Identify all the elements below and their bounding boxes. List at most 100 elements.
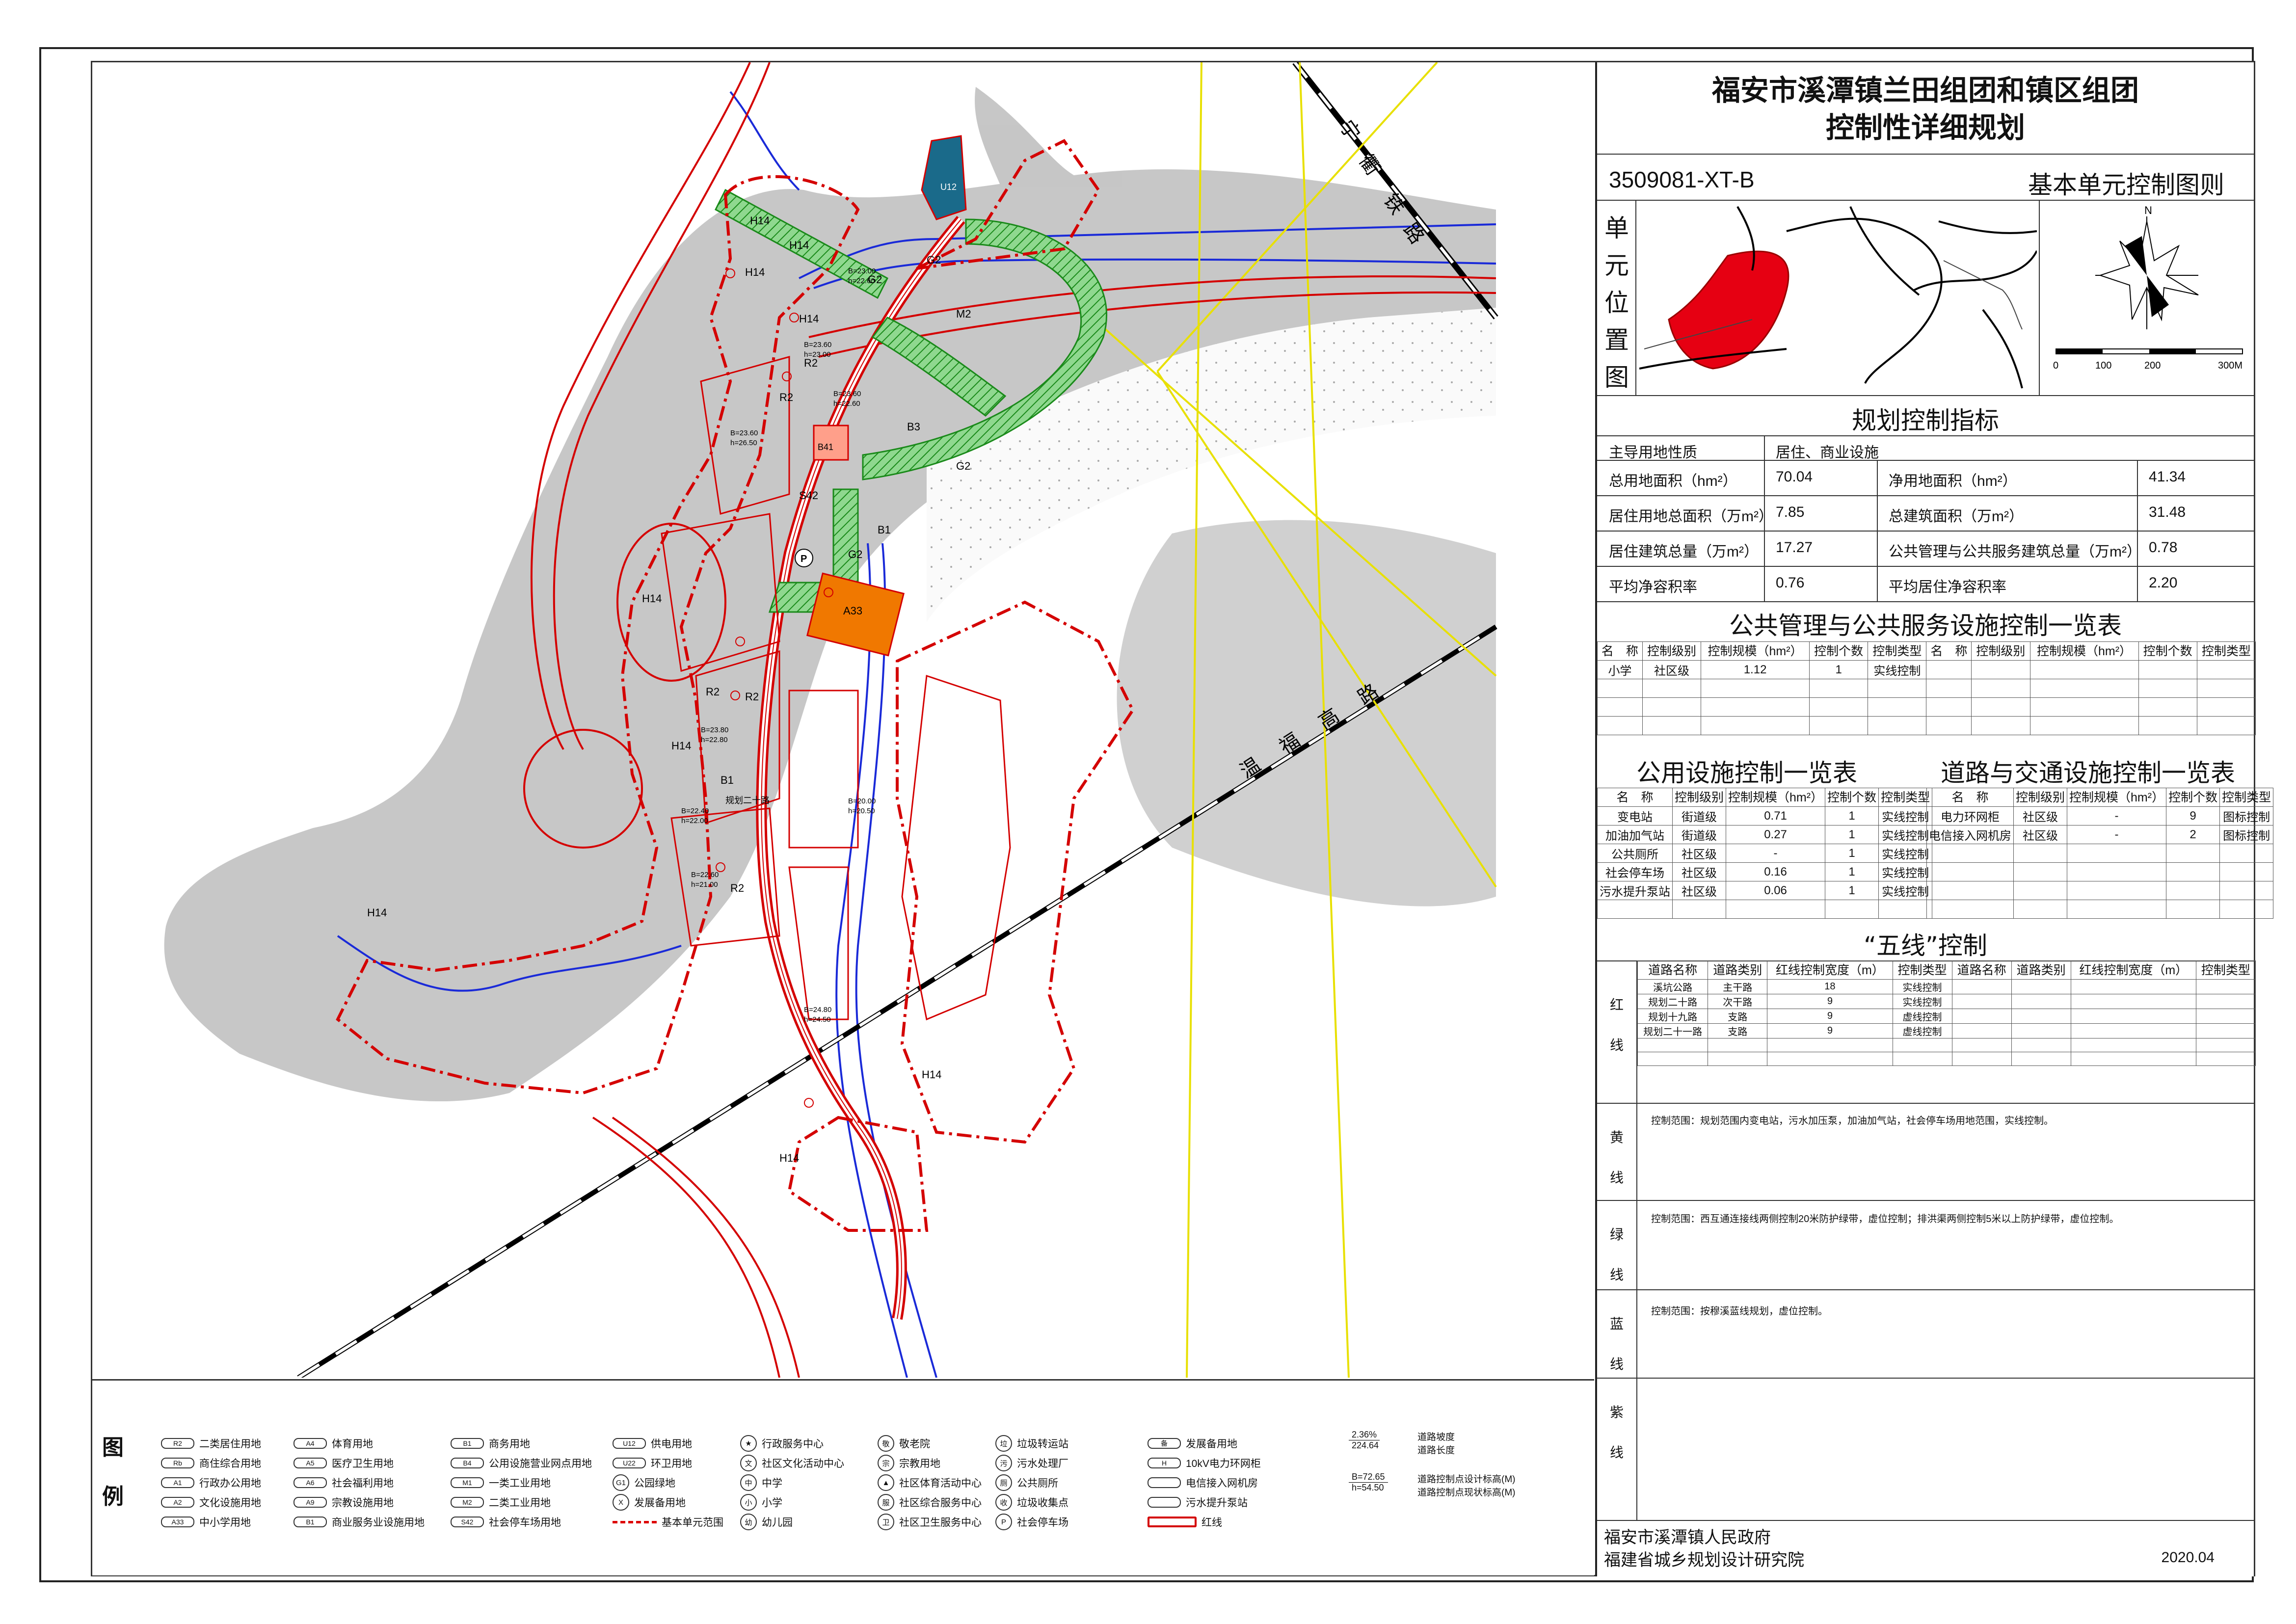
- legend-item: 卫社区卫生服务中心: [878, 1513, 982, 1531]
- table-cell-empty: [2011, 1038, 2071, 1052]
- legend-icon: 服: [878, 1494, 894, 1511]
- planning-map[interactable]: A33 U12 B41 H14 H14 H14 H14 H14 R2 R2 R2…: [92, 62, 1594, 1378]
- legend-label: 小学: [762, 1497, 782, 1509]
- legend-code: B4: [451, 1458, 484, 1468]
- table-cell-empty: [2067, 900, 2167, 919]
- table-cell-empty: [2166, 881, 2220, 900]
- legend-icon: 污: [995, 1455, 1012, 1471]
- svg-text:H14: H14: [642, 592, 662, 605]
- indicator-v1: 17.27: [1776, 539, 1813, 556]
- five-line-label-char: 红: [1609, 997, 1624, 1012]
- table-header-cell: 控制级别: [2013, 788, 2068, 807]
- legend-item: ▲ 社区体育活动中心: [878, 1474, 982, 1491]
- table-cell: [1951, 1023, 2012, 1038]
- table-cell: 1: [1825, 862, 1879, 881]
- title-panel: 福安市溪潭镇兰田组团和镇区组团 控制性详细规划 3509081-XT-B 基本单…: [1595, 62, 2274, 1576]
- table-cell: 社区级: [1672, 844, 1727, 863]
- divider: [1597, 601, 2254, 602]
- table-cell: 规划二十一路: [1637, 1023, 1709, 1038]
- svg-text:M2: M2: [956, 308, 971, 320]
- indicator-v2: 31.48: [2149, 504, 2186, 520]
- table-cell-empty: [1642, 716, 1702, 735]
- table-cell-empty: [1597, 697, 1643, 717]
- table-row: 变电站 街道级 0.71 1 实线控制: [1597, 806, 1933, 825]
- table-cell: -: [2067, 825, 2167, 844]
- legend-label: 幼儿园: [762, 1517, 793, 1528]
- table-cell-empty: [2070, 1052, 2196, 1066]
- elev-label-2: 道路控制点现状标高(M): [1417, 1488, 1516, 1498]
- red-line-label: 红线: [1597, 985, 1636, 1065]
- table-cell-empty: [2067, 862, 2167, 881]
- legend-label: 行政服务中心: [762, 1438, 824, 1450]
- divider: [1597, 1200, 2254, 1201]
- table-cell: 2: [2166, 825, 2220, 844]
- table-cell: 0.06: [1726, 881, 1826, 900]
- table-header-cell: 控制类型: [2219, 788, 2274, 807]
- legend-label: 一类工业用地: [489, 1478, 551, 1489]
- blue-line-text: 控制范围：按穆溪蓝线规划，虚位控制。: [1651, 1306, 1828, 1317]
- table-header-cell: 名 称: [1597, 641, 1643, 661]
- legend-item: Rb 商住综合用地: [161, 1454, 261, 1472]
- legend-item: A33 中小学用地: [161, 1513, 251, 1531]
- divider-vertical: [2137, 495, 2138, 531]
- legend-label: 社会停车场用地: [489, 1517, 561, 1528]
- svg-text:B=24.80: B=24.80: [804, 1006, 831, 1014]
- table-cell: 支路: [1708, 1009, 1768, 1024]
- legend-label: 商住综合用地: [199, 1458, 261, 1469]
- legend-icon: 文: [740, 1455, 757, 1471]
- legend-code: [1148, 1497, 1181, 1508]
- indicator-v2: 41.34: [2149, 469, 2186, 485]
- divider: [1597, 1378, 2254, 1379]
- purple-line-label: 紫线: [1597, 1392, 1636, 1473]
- table-cell: 图标控制: [2219, 806, 2274, 825]
- legend-label: 二类居住用地: [199, 1438, 261, 1450]
- table-cell: [1951, 994, 2012, 1009]
- table-header-cell: 控制类型: [1868, 641, 1927, 661]
- table-cell-empty: [1926, 679, 1972, 698]
- svg-text:H14: H14: [367, 906, 387, 919]
- legend-dash: [613, 1520, 657, 1523]
- table-cell-empty: [2166, 862, 2220, 881]
- svg-text:H14: H14: [799, 313, 819, 325]
- svg-text:H14: H14: [779, 1152, 799, 1164]
- table-cell: 社区级: [1672, 862, 1727, 881]
- table-cell-empty: [1637, 1052, 1709, 1066]
- legend-item: X 发展备用地: [613, 1493, 686, 1511]
- legend-icon: X: [613, 1494, 629, 1511]
- legend-label: 文化设施用地: [199, 1497, 261, 1509]
- table-cell: 实线控制: [1892, 979, 1952, 994]
- table-cell-empty: [2196, 716, 2256, 735]
- five-lines-title: “五线”控制: [1864, 932, 1987, 960]
- table-cell: 虚线控制: [1892, 1009, 1952, 1024]
- table-cell: 1: [1825, 844, 1879, 863]
- title-line1: 福安市溪潭镇兰田组团和镇区组团: [1711, 74, 2139, 107]
- public-service-table: 名 称控制级别 控制规模（hm²） 控制个数 控制类型名 称控制级别 控制规模（hm²）…: [1597, 641, 2256, 735]
- table-row: 加油加气站 街道级 0.27 1 实线控制: [1597, 825, 1933, 844]
- north-label: N: [2144, 204, 2152, 216]
- table-cell: [2011, 994, 2071, 1009]
- table-cell: 小学: [1597, 660, 1643, 679]
- legend-slope: 2.36% 224.64: [1349, 1430, 1382, 1459]
- legend-icon: 中: [740, 1474, 757, 1491]
- table-cell: 9: [1767, 1023, 1893, 1038]
- table-cell-empty: [1926, 862, 2014, 881]
- table-cell: 1: [1825, 825, 1879, 844]
- table-cell: 次干路: [1708, 994, 1768, 1009]
- table-header-cell: 道路名称: [1637, 960, 1709, 980]
- table-header-cell: 控制规模（hm²）: [1726, 788, 1826, 807]
- legend-item: P 社会停车场: [995, 1513, 1068, 1531]
- divider-vertical: [2137, 566, 2138, 601]
- legend-label: 二类工业用地: [489, 1497, 551, 1509]
- divider-vertical: [1877, 566, 1878, 601]
- legend-code: M1: [451, 1477, 484, 1488]
- table-cell: [2011, 979, 2071, 994]
- legend-item: R2 二类居住用地: [161, 1435, 261, 1452]
- table-cell-empty: [1892, 1052, 1952, 1066]
- table-cell-empty: [1926, 697, 1972, 717]
- legend-item: 厕公共厕所: [995, 1474, 1058, 1491]
- svg-text:h=24.50: h=24.50: [804, 1015, 831, 1024]
- table-header-row: 名 称控制级别 控制规模（hm²） 控制个数 控制类型: [1597, 788, 1933, 807]
- green-line-text: 控制范围：西互通连接线两侧控制20米防护绿带，虚位控制；排洪渠两侧控制5米以上防…: [1651, 1214, 2119, 1225]
- five-line-label-char: 蓝: [1609, 1316, 1624, 1331]
- legend-title-2: 例: [102, 1484, 124, 1509]
